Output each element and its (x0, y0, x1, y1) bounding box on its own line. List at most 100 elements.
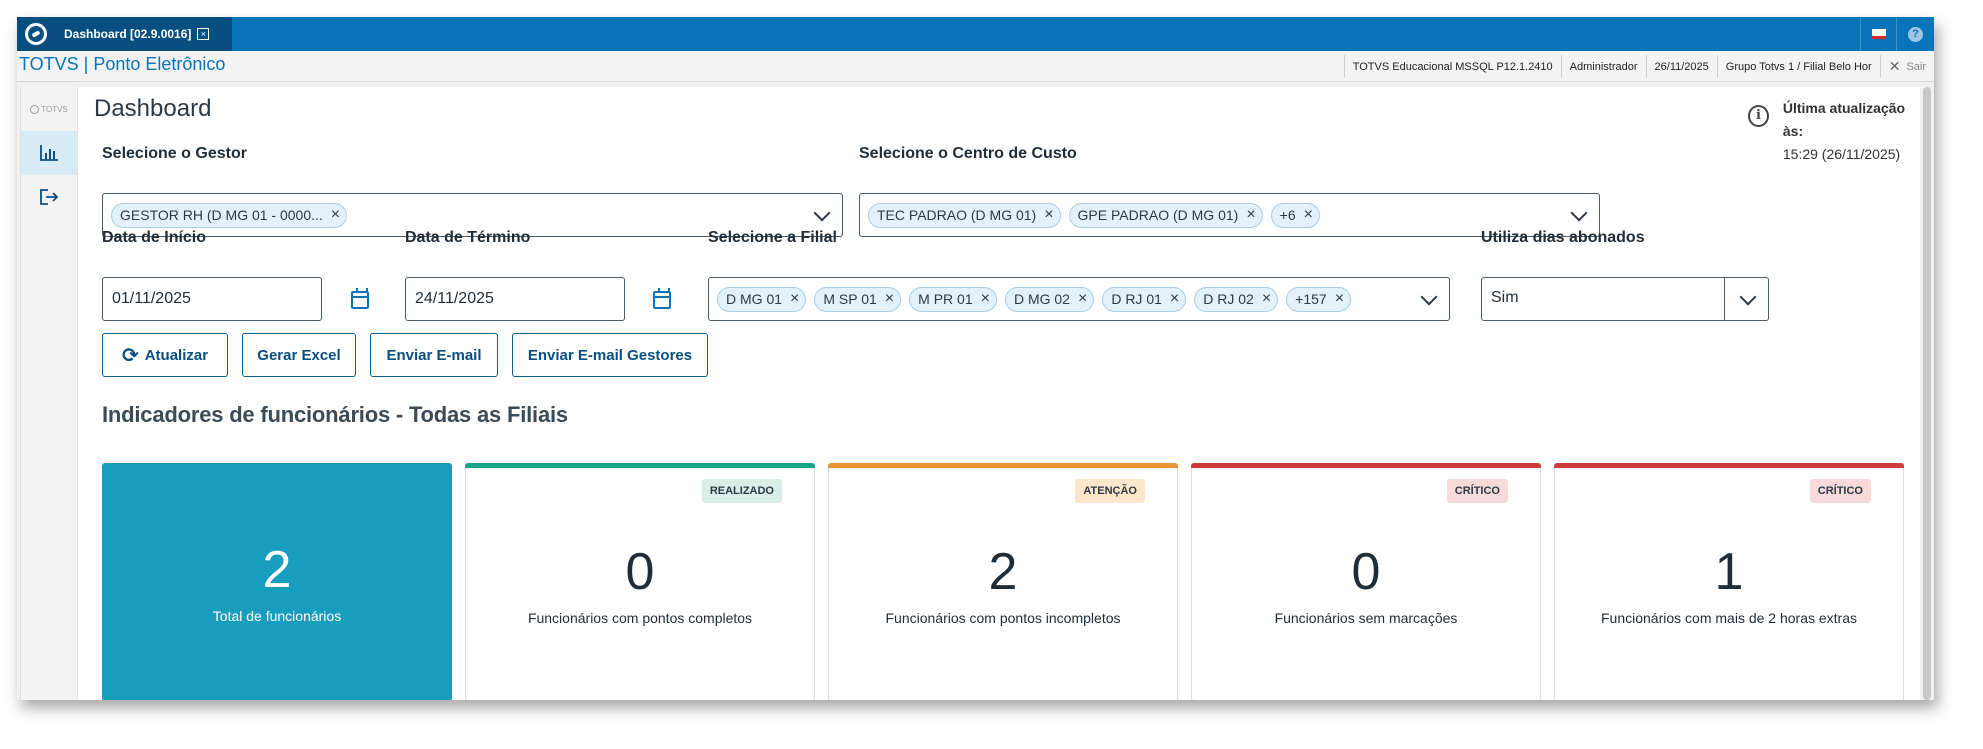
gerar-excel-label: Gerar Excel (257, 346, 341, 364)
dias-abonados-label: Utiliza dias abonados (1481, 229, 1645, 246)
tab-close-icon[interactable]: × (197, 28, 210, 40)
chevron-down-icon[interactable] (1420, 288, 1438, 306)
card-status-bar (828, 463, 1178, 468)
select-divider (1724, 278, 1725, 320)
date-info[interactable]: 26/11/2025 (1645, 55, 1717, 78)
gerar-excel-button[interactable]: Gerar Excel (242, 333, 356, 377)
chevron-down-icon[interactable] (1570, 204, 1588, 222)
data-inicio-input[interactable]: 01/11/2025 (102, 277, 322, 321)
chip-remove-icon[interactable]: × (1304, 206, 1313, 224)
card-pontos-incompletos[interactable]: ATENÇÃO 2 Funcionários com pontos incomp… (828, 463, 1178, 700)
filial-select[interactable]: D MG 01 × M SP 01 × M PR 01 × D MG 02 × D RJ… (708, 277, 1450, 321)
centro-custo-label: Selecione o Centro de Custo (859, 145, 1077, 162)
tab-dashboard[interactable]: Dashboard [02.9.0016] × (54, 17, 232, 51)
filial-chip: M SP 01 × (814, 286, 902, 312)
scrollbar[interactable] (1920, 87, 1934, 700)
mail-icon[interactable] (1860, 17, 1896, 51)
chevron-down-icon[interactable] (813, 204, 831, 222)
info-icon[interactable]: i (1748, 105, 1769, 127)
totvs-logo-icon[interactable] (17, 17, 54, 51)
app-header: TOTVS | Ponto Eletrônico TOTVS Educacion… (17, 51, 1934, 82)
chip-remove-icon[interactable]: × (790, 290, 799, 308)
logout-label: Sair (1906, 60, 1926, 73)
sidebar-logo-text: TOTVS (41, 104, 68, 114)
totvs-logo-icon (30, 104, 40, 114)
status-badge: CRÍTICO (1809, 479, 1871, 503)
filial-chip: D MG 01 × (717, 286, 807, 312)
gestor-label: Selecione o Gestor (102, 145, 247, 162)
enviar-email-gestores-label: Enviar E-mail Gestores (527, 346, 693, 364)
centro-custo-more-chip: +6 × (1270, 202, 1320, 228)
chip-remove-icon[interactable]: × (1078, 290, 1087, 308)
card-pontos-completos[interactable]: REALIZADO 0 Funcionários com pontos comp… (465, 463, 815, 700)
chip-remove-icon[interactable]: × (981, 290, 990, 308)
app-window: Dashboard [02.9.0016] × ? TOTVS | Ponto … (17, 17, 1934, 700)
bar-chart-icon (40, 145, 58, 161)
chip-label: D RJ 02 (1203, 291, 1254, 307)
card-label: Funcionários com pontos incompletos (885, 610, 1121, 626)
status-badge: CRÍTICO (1446, 479, 1508, 503)
gestor-chip: GESTOR RH (D MG 01 - 0000... × (111, 202, 348, 228)
chip-remove-icon[interactable]: × (1246, 206, 1255, 224)
refresh-icon: ⟳ (121, 344, 139, 367)
atualizar-button[interactable]: ⟳ Atualizar (102, 333, 228, 377)
page-title: Dashboard (94, 95, 212, 122)
sidebar-item-exit[interactable] (21, 175, 77, 219)
chip-remove-icon[interactable]: × (885, 290, 894, 308)
chip-label: GPE PADRAO (D MG 01) (1077, 207, 1239, 223)
calendar-icon[interactable] (653, 288, 671, 309)
logout-icon (40, 189, 59, 205)
chip-label: D MG 02 (1013, 291, 1070, 307)
chip-label: M SP 01 (823, 291, 877, 307)
filial-chip: D RJ 01 × (1102, 286, 1187, 312)
card-horas-extras[interactable]: CRÍTICO 1 Funcionários com mais de 2 hor… (1554, 463, 1904, 700)
section-title: Indicadores de funcionários - Todas as F… (102, 402, 568, 427)
chip-remove-icon[interactable]: × (1044, 206, 1053, 224)
last-update-info: i Última atualização às: 15:29 (26/11/20… (1748, 97, 1920, 166)
user-info[interactable]: Administrador (1560, 55, 1646, 78)
card-sem-marcacoes[interactable]: CRÍTICO 0 Funcionários sem marcações (1191, 463, 1541, 700)
filial-chip: M PR 01 × (909, 286, 997, 312)
enviar-email-button[interactable]: Enviar E-mail (370, 333, 498, 377)
sidebar: TOTVS (20, 87, 78, 700)
scrollbar-thumb[interactable] (1923, 87, 1931, 700)
card-status-bar (1191, 463, 1541, 468)
filial-label: Selecione a Filial (708, 229, 837, 246)
chip-remove-icon[interactable]: × (1335, 290, 1344, 308)
chip-label: M PR 01 (918, 291, 973, 307)
card-total-funcionarios[interactable]: 2 Total de funcionários (102, 463, 452, 700)
atualizar-label: Atualizar (144, 346, 209, 364)
screen: Dashboard [02.9.0016] × ? TOTVS | Ponto … (0, 0, 1983, 749)
logout-button[interactable]: ✕ Sair (1879, 55, 1934, 78)
filial-chip: D MG 02 × (1004, 286, 1095, 312)
data-termino-input[interactable]: 24/11/2025 (405, 277, 625, 321)
main-content: Dashboard i Última atualização às: 15:29… (78, 87, 1920, 700)
status-badge: REALIZADO (701, 479, 782, 503)
tab-bar: Dashboard [02.9.0016] × ? (17, 17, 1934, 51)
sidebar-logo: TOTVS (21, 87, 77, 131)
chip-remove-icon[interactable]: × (1262, 290, 1271, 308)
tab-label: Dashboard [02.9.0016] (64, 27, 192, 41)
card-value: 1 (1714, 543, 1744, 601)
chip-remove-icon[interactable]: × (1170, 290, 1179, 308)
close-icon: ✕ (1888, 58, 1901, 74)
help-icon[interactable]: ? (1896, 17, 1934, 51)
environment-info[interactable]: TOTVS Educacional MSSQL P12.1.2410 (1343, 55, 1561, 78)
chip-label: +157 (1295, 291, 1327, 307)
chip-remove-icon[interactable]: × (331, 206, 340, 224)
chip-label: +6 (1279, 207, 1296, 223)
chevron-down-icon[interactable] (1739, 288, 1757, 306)
calendar-icon[interactable] (351, 288, 369, 309)
card-value: 2 (262, 541, 292, 599)
dias-abonados-value: Sim (1491, 289, 1519, 306)
enviar-email-label: Enviar E-mail (386, 346, 482, 364)
last-update-value: 15:29 (26/11/2025) (1782, 146, 1901, 162)
chip-label: D MG 01 (726, 291, 783, 307)
card-label: Funcionários com mais de 2 horas extras (1601, 610, 1857, 626)
card-status-bar (465, 463, 815, 468)
enviar-email-gestores-button[interactable]: Enviar E-mail Gestores (512, 333, 708, 377)
branch-info[interactable]: Grupo Totvs 1 / Filial Belo Hor (1716, 55, 1880, 78)
sidebar-item-dashboard[interactable] (21, 131, 77, 175)
card-label: Funcionários com pontos completos (527, 610, 753, 626)
dias-abonados-select[interactable]: Sim (1481, 277, 1769, 321)
